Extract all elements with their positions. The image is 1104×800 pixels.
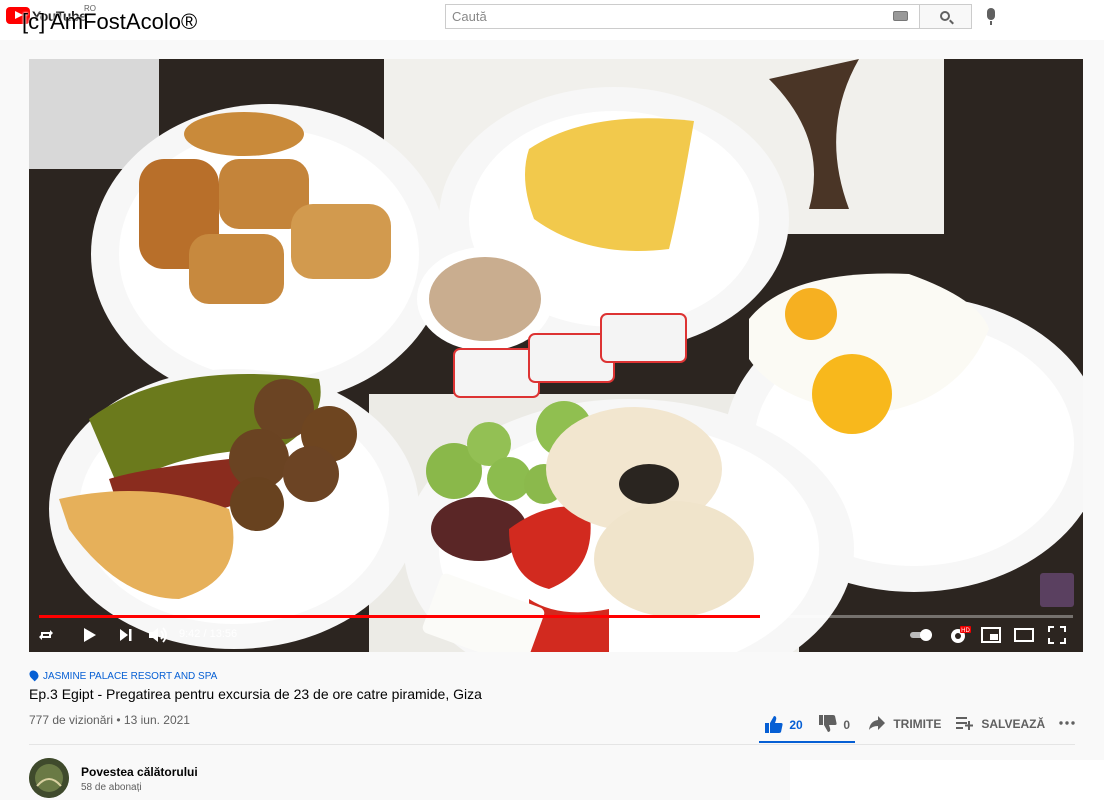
share-label: TRIMITE [893,717,942,731]
time-display: 9:42 / 13:56 [179,628,238,640]
channel-watermark-icon[interactable] [1040,573,1074,607]
share-button[interactable]: TRIMITE [868,715,941,731]
share-icon [869,716,885,730]
dislike-button[interactable]: 0 [818,715,850,733]
progress-played [39,615,760,618]
save-button[interactable]: SALVEAZĂ [956,715,1045,731]
search-input[interactable]: Caută [445,4,919,29]
microphone-icon[interactable] [987,8,995,25]
location-label: JASMINE PALACE RESORT AND SPA [43,671,218,682]
thumbs-up-icon [765,716,783,733]
autoplay-toggle-icon[interactable] [909,625,935,645]
divider [29,744,1075,745]
thumbs-down-icon [819,715,837,732]
video-frame [29,59,1083,652]
video-player[interactable]: 9:42 / 13:56 HD [29,59,1083,652]
location-pin-icon [27,668,41,682]
settings-icon[interactable]: HD [949,625,971,645]
playlist-add-icon [956,717,973,730]
theater-mode-icon[interactable] [1014,625,1034,645]
save-label: SALVEAZĂ [981,717,1046,731]
progress-bar[interactable] [39,615,1073,618]
channel-name[interactable]: Povestea călătorului [81,765,198,779]
fullscreen-icon[interactable] [1048,625,1066,645]
next-icon[interactable] [119,625,133,645]
volume-icon[interactable] [148,625,168,645]
like-count: 20 [789,718,803,732]
search-icon [940,11,950,21]
subscribe-area [790,760,1104,800]
location-link[interactable]: JASMINE PALACE RESORT AND SPA [27,668,218,682]
keyboard-icon[interactable] [893,11,908,21]
play-icon[interactable] [83,625,97,645]
like-button[interactable]: 20 [764,715,803,733]
search-button[interactable] [919,4,972,29]
video-title: Ep.3 Egipt - Pregatirea pentru excursia … [29,686,482,702]
top-bar: YouTube RO [c] AmFostAcolo® Caută [0,0,1104,40]
svg-text:HD: HD [961,628,970,634]
dislike-count: 0 [843,718,851,732]
views-and-date: 777 de vizionări • 13 iun. 2021 [29,713,190,727]
like-ratio-bar [759,741,855,743]
subscriber-count: 58 de abonați [81,782,142,793]
more-options-icon[interactable] [1058,719,1076,727]
watermark: [c] AmFostAcolo® [22,9,198,34]
miniplayer-icon[interactable] [981,625,1001,645]
channel-avatar[interactable] [29,758,69,798]
loop-icon[interactable] [39,625,53,645]
